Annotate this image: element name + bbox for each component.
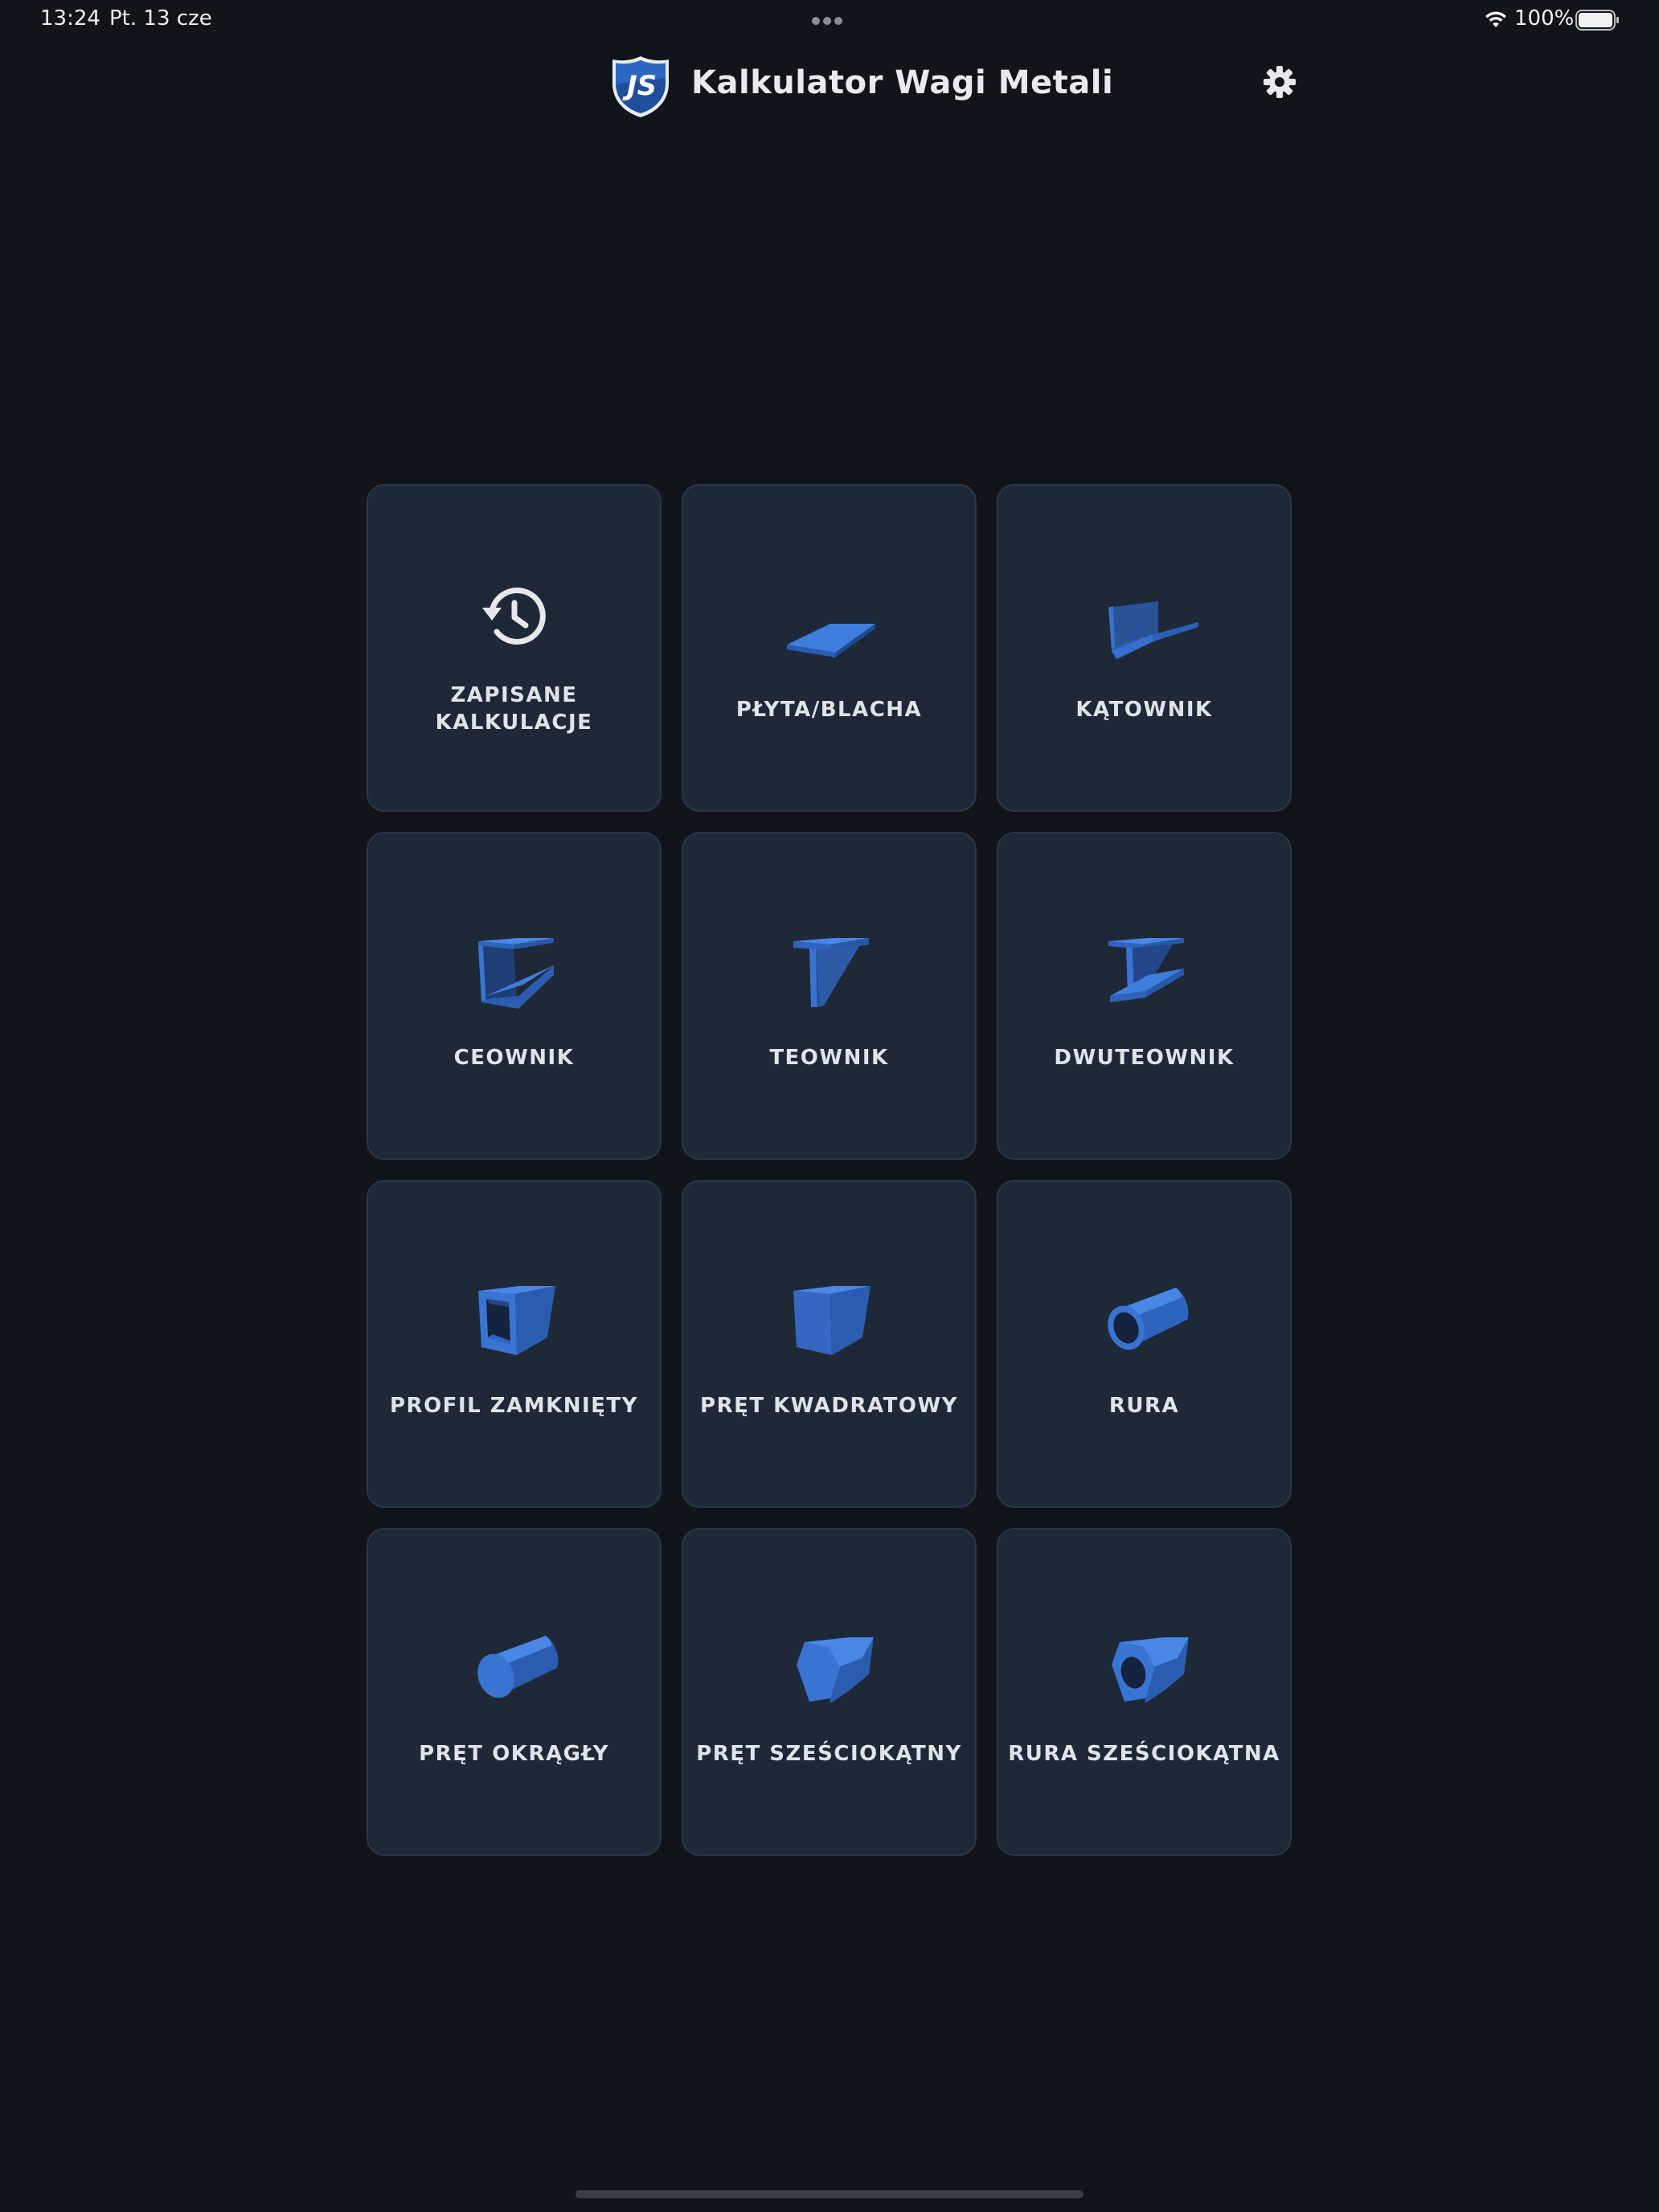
round-bar-icon <box>477 1636 558 1698</box>
battery-percentage: 100% <box>1514 6 1575 31</box>
battery-icon <box>1575 10 1619 31</box>
hex-pipe-icon <box>1111 1637 1189 1703</box>
tee-icon <box>793 938 869 1007</box>
tile-label: RURA <box>1108 1394 1180 1418</box>
history-icon <box>481 587 546 645</box>
status-bar: 13:24 Pt. 13 cze 100% <box>0 0 1659 39</box>
home-indicator[interactable] <box>576 2190 1083 2198</box>
square-bar-icon <box>793 1286 870 1355</box>
app-header: JS Kalkulator Wagi Metali <box>0 48 1659 121</box>
tile-angle[interactable]: KĄTOWNIK <box>997 484 1292 812</box>
wifi-icon <box>1485 11 1506 27</box>
hollow-section-icon <box>477 1286 555 1355</box>
tile-label: PRĘT KWADRATOWY <box>700 1394 958 1418</box>
gear-icon[interactable] <box>1260 63 1299 101</box>
i-beam-icon <box>1108 938 1184 1002</box>
tile-square-bar[interactable]: PRĘT KWADRATOWY <box>682 1180 977 1508</box>
tile-label: ZAPISANE KALKULACJE <box>435 683 593 735</box>
status-time: 13:24 <box>40 6 100 31</box>
tile-label: PŁYTA/BLACHA <box>735 698 923 722</box>
tile-channel[interactable]: CEOWNIK <box>367 832 662 1160</box>
tile-i-beam[interactable]: DWUTEOWNIK <box>997 832 1292 1160</box>
tile-label: RURA SZEŚCIOKĄTNA <box>1008 1742 1280 1766</box>
tile-tee[interactable]: TEOWNIK <box>682 832 977 1160</box>
app-title: Kalkulator Wagi Metali <box>691 64 1114 101</box>
hex-bar-icon <box>796 1637 874 1703</box>
tile-label: KĄTOWNIK <box>1075 698 1213 722</box>
tile-plate[interactable]: PŁYTA/BLACHA <box>682 484 977 812</box>
tile-round-bar[interactable]: PRĘT OKRĄGŁY <box>367 1528 662 1856</box>
tile-label: TEOWNIK <box>769 1046 889 1070</box>
tile-label: DWUTEOWNIK <box>1054 1046 1235 1070</box>
tile-label: PRĘT OKRĄGŁY <box>419 1742 609 1766</box>
status-date: Pt. 13 cze <box>109 6 212 31</box>
angle-icon <box>1108 601 1198 659</box>
channel-icon <box>477 938 554 1009</box>
tile-hex-pipe[interactable]: RURA SZEŚCIOKĄTNA <box>997 1528 1292 1856</box>
tile-label: PRĘT SZEŚCIOKĄTNY <box>696 1742 962 1766</box>
profile-grid: ZAPISANE KALKULACJE PŁYTA/BLACHA KĄTOWNI… <box>367 484 1292 1856</box>
svg-text:JS: JS <box>622 70 657 102</box>
tile-hex-bar[interactable]: PRĘT SZEŚCIOKĄTNY <box>682 1528 977 1856</box>
more-dots-icon[interactable] <box>812 13 847 25</box>
tile-label: CEOWNIK <box>453 1046 575 1070</box>
tile-pipe[interactable]: RURA <box>997 1180 1292 1508</box>
js-shield-logo: JS <box>612 56 669 117</box>
tile-label: PROFIL ZAMKNIĘTY <box>390 1394 638 1418</box>
tile-hollow-section[interactable]: PROFIL ZAMKNIĘTY <box>367 1180 662 1508</box>
pipe-icon <box>1107 1288 1188 1350</box>
tile-saved-calculations[interactable]: ZAPISANE KALKULACJE <box>367 484 662 812</box>
plate-icon <box>786 624 875 657</box>
